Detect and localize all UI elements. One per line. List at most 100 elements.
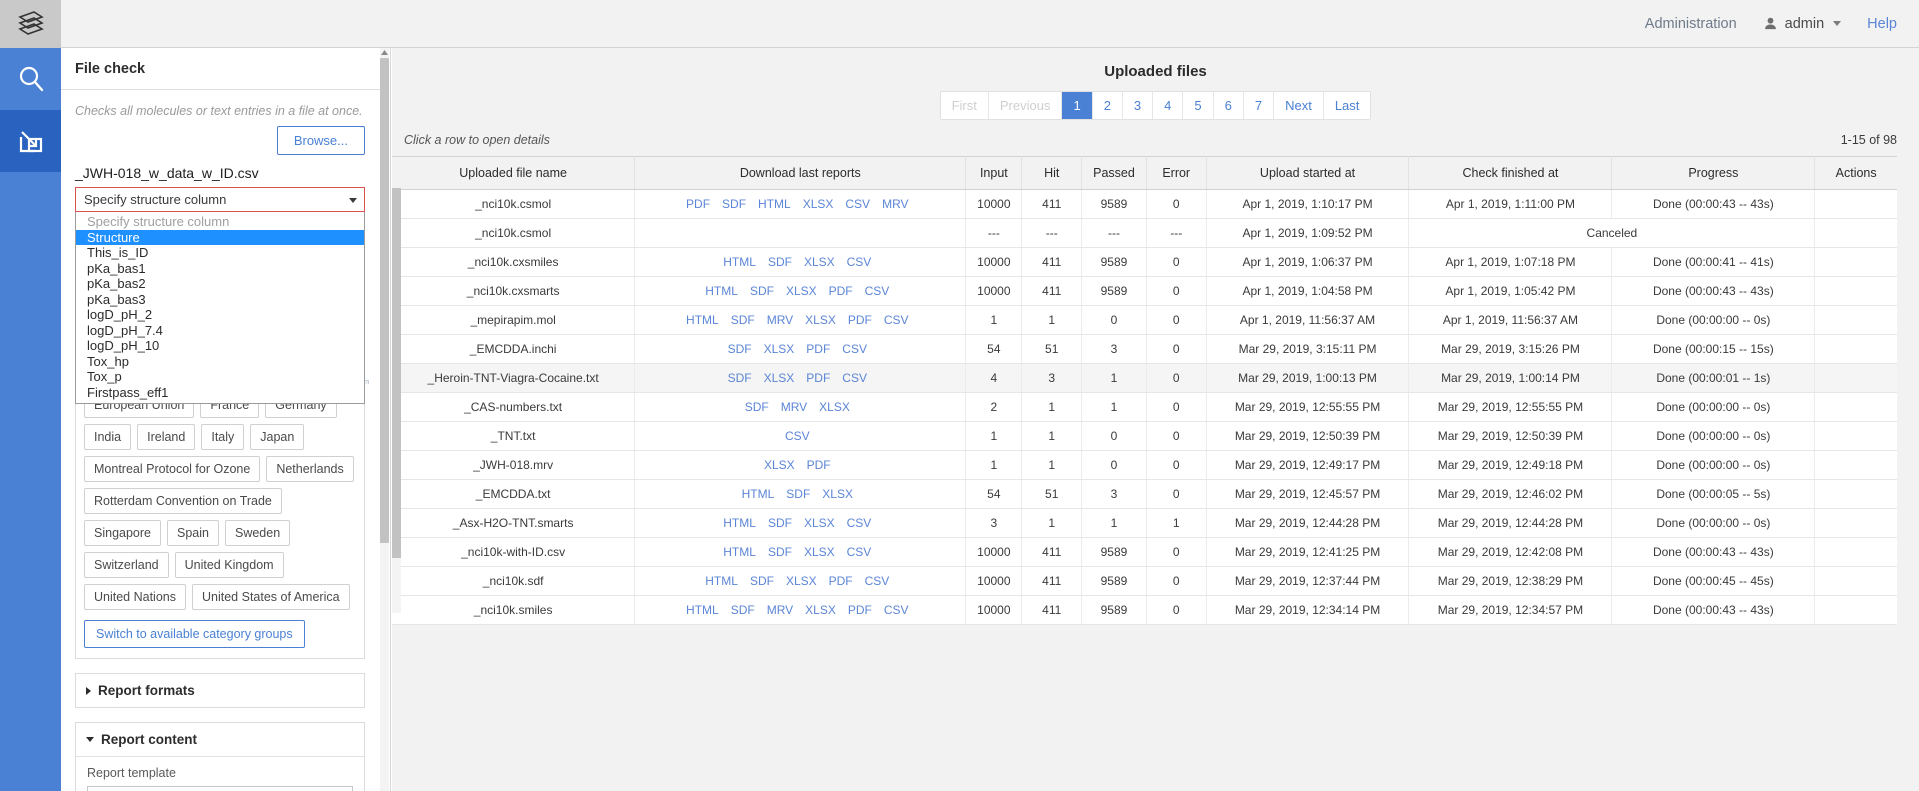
- download-link-sdf[interactable]: SDF: [768, 545, 792, 559]
- category-tag[interactable]: Japan: [250, 424, 304, 450]
- pagination-page-1[interactable]: 1: [1062, 92, 1092, 119]
- category-tag[interactable]: United States of America: [192, 584, 350, 610]
- download-link-pdf[interactable]: PDF: [848, 313, 872, 327]
- category-tag[interactable]: Rotterdam Convention on Trade: [84, 488, 282, 514]
- download-link-xlsx[interactable]: XLSX: [805, 313, 836, 327]
- panel-scrollbar-thumb[interactable]: [380, 58, 389, 543]
- category-tag[interactable]: Italy: [201, 424, 244, 450]
- table-row[interactable]: _Asx-H2O-TNT.smartsHTMLSDFXLSXCSV3111Mar…: [392, 509, 1897, 538]
- table-scrollbar[interactable]: [392, 188, 401, 613]
- category-tag[interactable]: United Nations: [84, 584, 186, 610]
- download-link-csv[interactable]: CSV: [845, 197, 870, 211]
- pagination-page-4[interactable]: 4: [1153, 92, 1183, 119]
- download-link-html[interactable]: HTML: [742, 487, 775, 501]
- download-link-pdf[interactable]: PDF: [829, 284, 853, 298]
- category-tag[interactable]: Spain: [167, 520, 219, 546]
- dropdown-option[interactable]: pKa_bas1: [76, 261, 364, 277]
- column-header[interactable]: Actions: [1815, 157, 1897, 190]
- dropdown-option[interactable]: This_is_ID: [76, 245, 364, 261]
- download-link-html[interactable]: HTML: [758, 197, 791, 211]
- download-link-pdf[interactable]: PDF: [806, 371, 830, 385]
- download-link-csv[interactable]: CSV: [865, 284, 890, 298]
- category-tag[interactable]: Switzerland: [84, 552, 169, 578]
- download-link-csv[interactable]: CSV: [842, 342, 867, 356]
- table-row[interactable]: _nci10k.sdfHTMLSDFXLSXPDFCSV100004119589…: [392, 567, 1897, 596]
- download-link-html[interactable]: HTML: [723, 255, 756, 269]
- pagination-page-5[interactable]: 5: [1183, 92, 1213, 119]
- table-row[interactable]: _EMCDDA.txtHTMLSDFXLSX545130Mar 29, 2019…: [392, 480, 1897, 509]
- dropdown-option[interactable]: logD_pH_10: [76, 338, 364, 354]
- category-tag[interactable]: United Kingdom: [175, 552, 284, 578]
- download-link-xlsx[interactable]: XLSX: [804, 516, 835, 530]
- download-link-html[interactable]: HTML: [686, 313, 719, 327]
- download-link-mrv[interactable]: MRV: [767, 603, 793, 617]
- report-formats-header[interactable]: Report formats: [76, 674, 364, 707]
- column-header[interactable]: Hit: [1022, 157, 1082, 190]
- table-row[interactable]: _nci10k.csmol------------Apr 1, 2019, 1:…: [392, 219, 1897, 248]
- column-header[interactable]: Uploaded file name: [392, 157, 635, 190]
- download-link-mrv[interactable]: MRV: [767, 313, 793, 327]
- download-link-sdf[interactable]: SDF: [728, 342, 752, 356]
- download-link-xlsx[interactable]: XLSX: [786, 284, 817, 298]
- download-link-csv[interactable]: CSV: [884, 603, 909, 617]
- dropdown-option[interactable]: Firstpass_eff1: [76, 385, 364, 401]
- panel-scrollbar[interactable]: [380, 48, 389, 791]
- pagination-next[interactable]: Next: [1274, 92, 1324, 119]
- download-link-sdf[interactable]: SDF: [750, 574, 774, 588]
- report-content-header[interactable]: Report content: [76, 723, 364, 757]
- download-link-xlsx[interactable]: XLSX: [764, 458, 795, 472]
- dropdown-option[interactable]: Tox_hp: [76, 354, 364, 370]
- scroll-up-arrow[interactable]: [380, 48, 389, 57]
- nav-search-button[interactable]: [0, 48, 61, 110]
- table-row[interactable]: _CAS-numbers.txtSDFMRVXLSX2110Mar 29, 20…: [392, 393, 1897, 422]
- category-tag[interactable]: Ireland: [137, 424, 195, 450]
- download-link-pdf[interactable]: PDF: [848, 603, 872, 617]
- download-link-pdf[interactable]: PDF: [686, 197, 710, 211]
- download-link-xlsx[interactable]: XLSX: [764, 342, 795, 356]
- dropdown-option[interactable]: Specify structure column: [76, 214, 364, 230]
- column-header[interactable]: Check finished at: [1409, 157, 1612, 190]
- download-link-html[interactable]: HTML: [705, 574, 738, 588]
- category-tag[interactable]: Sweden: [225, 520, 290, 546]
- download-link-xlsx[interactable]: XLSX: [822, 487, 853, 501]
- nav-file-check-button[interactable]: [0, 110, 61, 172]
- table-row[interactable]: _Heroin-TNT-Viagra-Cocaine.txtSDFXLSXPDF…: [392, 364, 1897, 393]
- table-row[interactable]: _nci10k.cxsmartsHTMLSDFXLSXPDFCSV1000041…: [392, 277, 1897, 306]
- category-tag[interactable]: Singapore: [84, 520, 161, 546]
- table-scrollbar-thumb[interactable]: [392, 188, 401, 558]
- download-link-csv[interactable]: CSV: [847, 545, 872, 559]
- download-link-html[interactable]: HTML: [705, 284, 738, 298]
- category-tag[interactable]: Netherlands: [266, 456, 353, 482]
- column-header[interactable]: Upload started at: [1206, 157, 1409, 190]
- download-link-html[interactable]: HTML: [723, 545, 756, 559]
- download-link-sdf[interactable]: SDF: [745, 400, 769, 414]
- column-header[interactable]: Error: [1146, 157, 1206, 190]
- browse-button[interactable]: Browse...: [277, 126, 365, 155]
- table-row[interactable]: _mepirapim.molHTMLSDFMRVXLSXPDFCSV1100Ap…: [392, 306, 1897, 335]
- table-row[interactable]: _nci10k.smilesHTMLSDFMRVXLSXPDFCSV100004…: [392, 596, 1897, 625]
- download-link-mrv[interactable]: MRV: [882, 197, 908, 211]
- column-header[interactable]: Progress: [1612, 157, 1815, 190]
- column-header[interactable]: Passed: [1082, 157, 1147, 190]
- dropdown-option[interactable]: pKa_bas2: [76, 276, 364, 292]
- user-menu[interactable]: admin: [1763, 16, 1842, 32]
- download-link-html[interactable]: HTML: [723, 516, 756, 530]
- dropdown-option[interactable]: logD_pH_7.4: [76, 323, 364, 339]
- app-logo[interactable]: [0, 0, 61, 48]
- pagination-page-3[interactable]: 3: [1123, 92, 1153, 119]
- download-link-sdf[interactable]: SDF: [750, 284, 774, 298]
- download-link-mrv[interactable]: MRV: [781, 400, 807, 414]
- table-row[interactable]: _nci10k.csmolPDFSDFHTMLXLSXCSVMRV1000041…: [392, 190, 1897, 219]
- column-header[interactable]: Input: [966, 157, 1022, 190]
- report-template-select[interactable]: Full: [87, 786, 353, 791]
- download-link-sdf[interactable]: SDF: [731, 313, 755, 327]
- dropdown-option[interactable]: pKa_bas3: [76, 292, 364, 308]
- structure-column-select[interactable]: Specify structure column: [75, 187, 365, 212]
- pagination-page-2[interactable]: 2: [1093, 92, 1123, 119]
- dropdown-option[interactable]: Tox_p: [76, 369, 364, 385]
- download-link-pdf[interactable]: PDF: [806, 342, 830, 356]
- download-link-csv[interactable]: CSV: [884, 313, 909, 327]
- table-row[interactable]: _nci10k-with-ID.csvHTMLSDFXLSXCSV1000041…: [392, 538, 1897, 567]
- download-link-sdf[interactable]: SDF: [722, 197, 746, 211]
- dropdown-option[interactable]: Structure: [76, 230, 364, 246]
